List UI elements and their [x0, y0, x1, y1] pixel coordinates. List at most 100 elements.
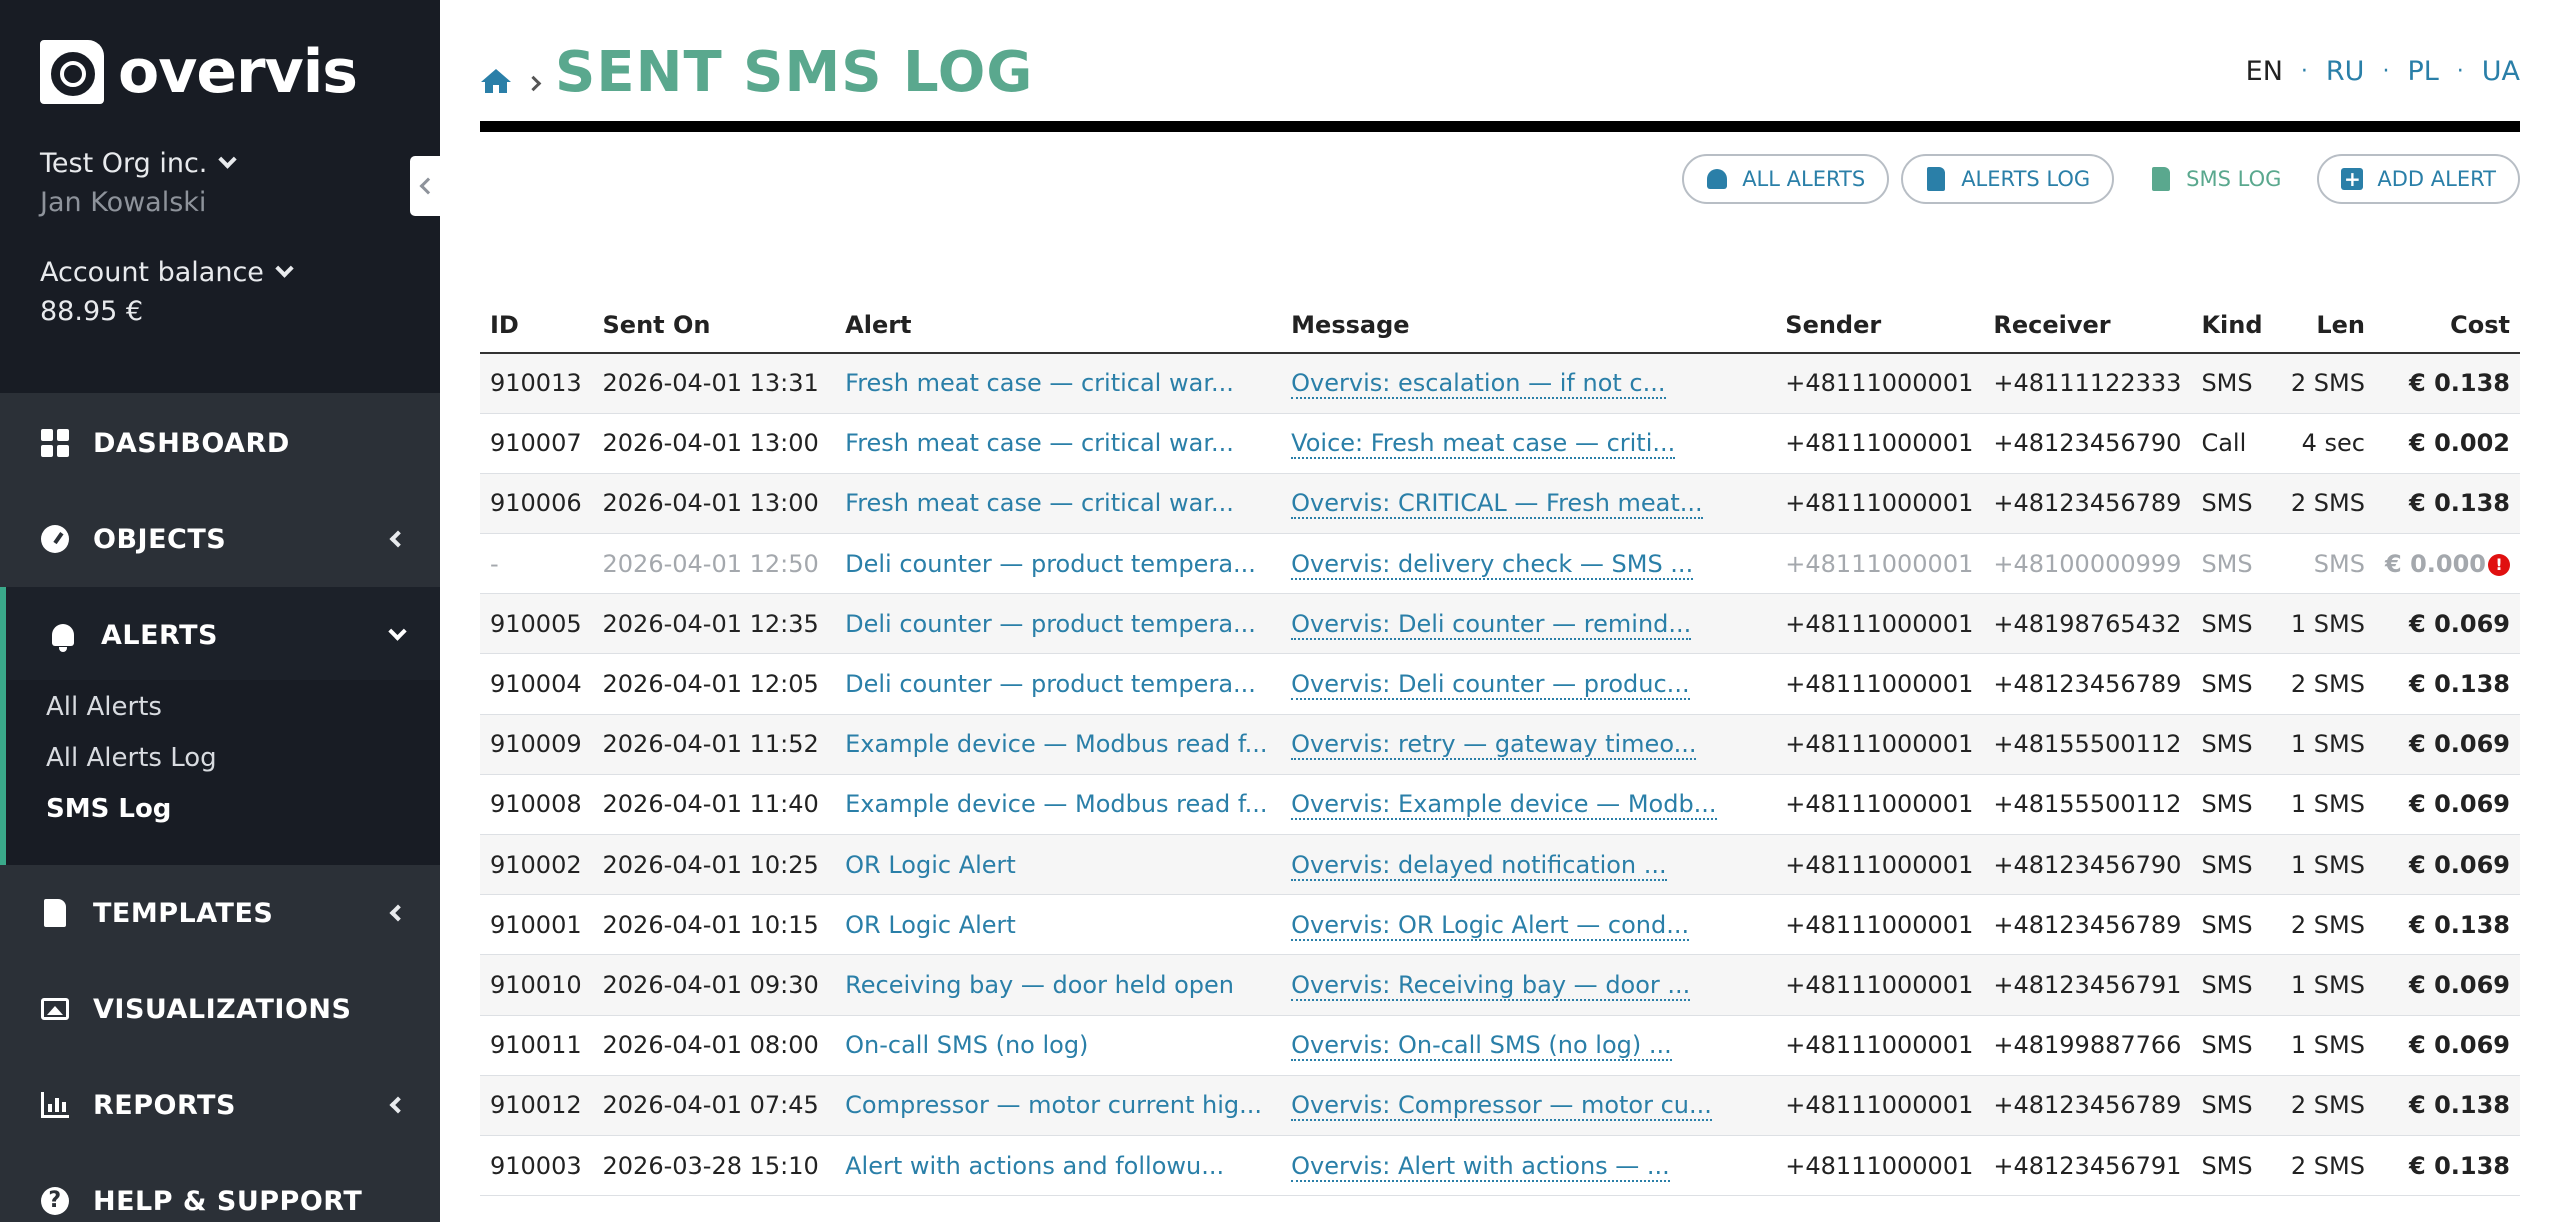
add-alert-button[interactable]: + ADD ALERT	[2317, 154, 2520, 204]
table-row[interactable]: 910002 2026-04-01 10:25 OR Logic Alert Over…	[480, 834, 2520, 896]
org-selector[interactable]: Test Org inc.	[40, 148, 238, 179]
column-header-message[interactable]: Message	[1281, 297, 1776, 354]
nav-templates[interactable]: TEMPLATES	[0, 865, 440, 961]
table-row[interactable]: 910001 2026-04-01 10:15 OR Logic Alert Over…	[480, 894, 2520, 956]
column-header-len[interactable]: Len	[2277, 297, 2375, 354]
cell-len: 2 SMS	[2277, 1135, 2375, 1197]
column-header-cost[interactable]: Cost	[2374, 297, 2520, 354]
alert-link[interactable]: Example device — Modbus read f...	[845, 790, 1267, 818]
table-row[interactable]: 910008 2026-04-01 11:40 Example device — M…	[480, 774, 2520, 836]
sms-log-button[interactable]: SMS LOG	[2126, 154, 2306, 204]
nav-reports[interactable]: REPORTS	[0, 1057, 440, 1153]
cell-len: 2 SMS	[2277, 353, 2375, 414]
gauge-icon	[40, 524, 70, 554]
message-link[interactable]: Overvis: OR Logic Alert — cond...	[1291, 910, 1690, 941]
sidebar: overvis Test Org inc. Jan Kowalski Accou…	[0, 0, 440, 1222]
table-row[interactable]: 910010 2026-04-01 09:30 Receiving bay — do…	[480, 954, 2520, 1016]
column-header-alert[interactable]: Alert	[835, 297, 1282, 354]
logo[interactable]: overvis	[40, 40, 358, 104]
alert-link[interactable]: Fresh meat case — critical war...	[845, 489, 1234, 517]
table-row[interactable]: 910013 2026-04-01 13:31 Fresh meat case — …	[480, 353, 2520, 414]
table-row[interactable]: 910009 2026-04-01 11:52 Example device — M…	[480, 714, 2520, 775]
table-row[interactable]: 910003 2026-03-28 15:10 Alert with actions…	[480, 1135, 2520, 1197]
submenu-sms-log[interactable]: SMS Log	[46, 794, 171, 824]
table-row[interactable]: 910004 2026-04-01 12:05 Deli counter — pro…	[480, 653, 2520, 715]
nav-label: HELP & SUPPORT	[93, 1185, 363, 1217]
help-icon: ?	[40, 1186, 70, 1216]
cell-sent-on: 2026-04-01 13:00	[592, 473, 836, 535]
alerts-log-button[interactable]: ALERTS LOG	[1901, 154, 2115, 204]
cell-id: 910011	[480, 1015, 593, 1076]
table-row[interactable]: 910011 2026-04-01 08:00 On-call SMS (no lo…	[480, 1015, 2520, 1076]
table-row[interactable]: 910012 2026-04-01 07:45 Compressor — motor…	[480, 1075, 2520, 1136]
lang-ru[interactable]: RU	[2326, 56, 2365, 87]
cell-sender: +48111000001	[1775, 413, 1984, 474]
table-row[interactable]: -2026-04-01 12:50 Deli counter — product …	[480, 533, 2520, 595]
message-link[interactable]: Overvis: Deli counter — remind...	[1291, 609, 1692, 640]
column-header-kind[interactable]: Kind	[2191, 297, 2278, 354]
nav-alerts[interactable]: ALERTS	[0, 587, 440, 683]
cell-sender: +48111000001	[1775, 774, 1984, 836]
cost-value: € 0.138	[2409, 1151, 2510, 1180]
message-link[interactable]: Overvis: CRITICAL — Fresh meat...	[1291, 489, 1703, 520]
table-body: 910013 2026-04-01 13:31 Fresh meat case — …	[480, 353, 2520, 1197]
message-link[interactable]: Overvis: Compressor — motor cu...	[1291, 1091, 1712, 1122]
nav-visualizations[interactable]: VISUALIZATIONS	[0, 961, 440, 1057]
alert-link[interactable]: Deli counter — product tempera...	[845, 550, 1256, 578]
message-link[interactable]: Overvis: delivery check — SMS ...	[1291, 549, 1694, 580]
alert-link[interactable]: Alert with actions and followu...	[845, 1152, 1224, 1180]
alert-link[interactable]: Deli counter — product tempera...	[845, 610, 1256, 638]
cell-sender: +48111000001	[1775, 593, 1984, 655]
cell-kind: SMS	[2191, 473, 2278, 535]
message-link[interactable]: Voice: Fresh meat case — criti...	[1291, 429, 1676, 460]
sidebar-collapse-button[interactable]	[410, 156, 440, 216]
alert-link[interactable]: On-call SMS (no log)	[845, 1031, 1088, 1059]
column-header-sender[interactable]: Sender	[1775, 297, 1984, 354]
alert-link[interactable]: Example device — Modbus read f...	[845, 730, 1267, 758]
column-header-id[interactable]: ID	[480, 297, 593, 354]
lang-pl[interactable]: PL	[2407, 56, 2438, 87]
submenu-all-alerts-log[interactable]: All Alerts Log	[46, 743, 217, 773]
cell-len: 1 SMS	[2277, 954, 2375, 1016]
alert-link[interactable]: Fresh meat case — critical war...	[845, 369, 1234, 397]
column-header-receiver[interactable]: Receiver	[1983, 297, 2192, 354]
table-row[interactable]: 910006 2026-04-01 13:00 Fresh meat case — …	[480, 473, 2520, 535]
message-link[interactable]: Overvis: Alert with actions — ...	[1291, 1151, 1670, 1182]
lang-ua[interactable]: UA	[2482, 56, 2520, 87]
alert-link[interactable]: Fresh meat case — critical war...	[845, 429, 1234, 457]
message-link[interactable]: Overvis: retry — gateway timeo...	[1291, 730, 1697, 761]
column-header-sent-on[interactable]: Sent On	[592, 297, 836, 354]
all-alerts-button[interactable]: ALL ALERTS	[1682, 154, 1890, 204]
alert-link[interactable]: OR Logic Alert	[845, 911, 1016, 939]
alert-link[interactable]: Compressor — motor current hig...	[845, 1091, 1262, 1119]
alert-link[interactable]: Receiving bay — door held open	[845, 971, 1234, 999]
message-link[interactable]: Overvis: delayed notification ...	[1291, 850, 1667, 881]
error-icon[interactable]: !	[2488, 553, 2510, 576]
cell-cost: € 0.138	[2374, 353, 2520, 414]
nav-help-support[interactable]: ? HELP & SUPPORT	[0, 1153, 440, 1222]
message-link[interactable]: Overvis: escalation — if not c...	[1291, 369, 1666, 400]
nav-objects[interactable]: OBJECTS	[0, 491, 440, 587]
message-link[interactable]: Overvis: Receiving bay — door ...	[1291, 970, 1691, 1001]
sidebar-header: overvis Test Org inc. Jan Kowalski Accou…	[0, 0, 440, 393]
table-row[interactable]: 910005 2026-04-01 12:35 Deli counter — pro…	[480, 593, 2520, 655]
cell-alert: OR Logic Alert	[835, 834, 1282, 896]
alert-link[interactable]: OR Logic Alert	[845, 851, 1016, 879]
cell-alert: Deli counter — product tempera...	[835, 653, 1282, 715]
account-balance-toggle[interactable]: Account balance	[40, 257, 294, 288]
cell-len: 1 SMS	[2277, 593, 2375, 655]
message-link[interactable]: Overvis: On-call SMS (no log) ...	[1291, 1031, 1672, 1062]
message-link[interactable]: Overvis: Example device — Modb...	[1291, 790, 1717, 821]
message-link[interactable]: Overvis: Deli counter — produc...	[1291, 670, 1690, 701]
cell-message: Overvis: OR Logic Alert — cond...	[1281, 894, 1776, 956]
table-row[interactable]: 910007 2026-04-01 13:00 Fresh meat case — …	[480, 413, 2520, 474]
cell-message: Voice: Fresh meat case — criti...	[1281, 413, 1776, 474]
lang-en[interactable]: EN	[2246, 56, 2283, 87]
submenu-all-alerts[interactable]: All Alerts	[46, 692, 162, 722]
home-icon[interactable]	[480, 68, 512, 94]
cell-len: 4 sec	[2277, 413, 2375, 474]
nav-dashboard[interactable]: DASHBOARD	[0, 395, 440, 491]
alert-link[interactable]: Deli counter — product tempera...	[845, 670, 1256, 698]
bell-icon	[48, 620, 78, 652]
chevron-left-icon	[389, 1096, 407, 1114]
